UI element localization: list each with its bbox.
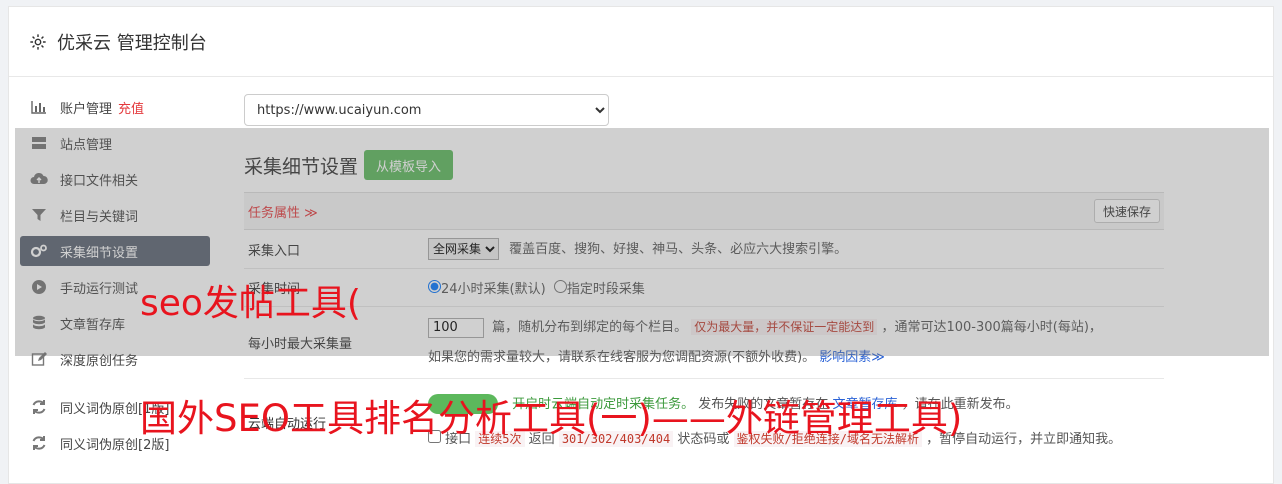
filter-icon [30,208,48,222]
edit-icon [30,352,48,366]
max-text-3: 如果您的需求量较大，请联系在线客服为您调配资源(不额外收费)。 [428,350,816,365]
row-label: 采集入口 [248,243,301,259]
sidebar-item-deep-original[interactable]: 深度原创任务 [20,344,210,374]
section-title: 采集细节设置 [244,155,359,178]
max-text-2: ，通常可达100-300篇每小时(每站)， [881,320,1102,335]
max-note-code: 仅为最大量，并不保证一定能达到 [691,319,878,335]
factors-link[interactable]: 影响因素≫ [819,350,885,365]
sidebar-item-label: 手动运行测试 [60,281,139,297]
sidebar-item-account[interactable]: 账户管理 充值 [20,92,210,122]
refresh-icon [30,400,48,414]
max-line-1: 篇，随机分布到绑定的每个栏目。 仅为最大量，并不保证一定能达到 ，通常可达100… [428,312,1164,343]
cloud-upload-icon [30,172,48,186]
max-text-1: 篇，随机分布到绑定的每个栏目。 [492,320,688,335]
watermark-line-2: 国外SEO工具排名分析工具(一)——外链管理工具) [140,397,963,440]
server-icon [30,136,48,150]
max-line-2: 如果您的需求量较大，请联系在线客服为您调配资源(不额外收费)。 影响因素≫ [428,343,1164,373]
sidebar-item-label: 深度原创任务 [60,353,139,369]
play-circle-icon [30,280,48,294]
section-header: 采集细节设置 从模板导入 [244,150,1164,180]
row-collection-entry: 采集入口 全网采集 覆盖百度、搜狗、好搜、神马、头条、必应六大搜索引擎。 [244,230,1164,269]
radio-24h-label: 24小时采集(默认) [441,282,546,297]
row-control: 24小时采集(默认) 指定时段采集 [428,278,1164,297]
radio-24h[interactable]: 24小时采集(默认) [428,280,546,297]
database-icon [30,315,48,330]
radio-timed-label: 指定时段采集 [566,282,645,297]
gear-icon [30,33,46,50]
sidebar-item-label: 账户管理 [60,101,113,117]
page-header: 优采云 管理控制台 [9,7,1273,77]
sidebar-item-label: 文章暂存库 [60,317,126,333]
collection-entry-select[interactable]: 全网采集 [428,238,499,260]
radio-24h-input[interactable] [428,280,441,293]
refresh-icon [30,436,48,450]
task-attributes-toggle[interactable]: 任务属性 ≫ [248,202,318,221]
collection-entry-desc: 覆盖百度、搜狗、好搜、神马、头条、必应六大搜索引擎。 [509,242,848,257]
watermark-line-1: seo发帖工具( [140,283,361,324]
row-max-per-hour: 每小时最大采集量 篇，随机分布到绑定的每个栏目。 仅为最大量，并不保证一定能达到… [244,307,1164,379]
radio-timed-input[interactable] [553,280,567,293]
sidebar-item-columns-keywords[interactable]: 栏目与关键词 [20,200,210,230]
task-attributes-bar: 任务属性 ≫ 快速保存 [244,192,1164,230]
sidebar-item-sites[interactable]: 站点管理 [20,128,210,158]
bar-chart-icon [30,100,48,114]
recharge-link[interactable]: 充值 [118,98,144,117]
row-collection-time: 采集时间 24小时采集(默认) 指定时段采集 [244,269,1164,307]
sidebar-item-label: 采集细节设置 [60,245,139,261]
quick-save-button[interactable]: 快速保存 [1093,199,1160,223]
sidebar-item-collection-settings[interactable]: 采集细节设置 [20,236,210,266]
row-label: 每小时最大采集量 [248,337,353,352]
sidebar-item-label: 接口文件相关 [60,173,139,189]
row-control: 全网采集 覆盖百度、搜狗、好搜、神马、头条、必应六大搜索引擎。 [428,238,1164,260]
cogs-icon [30,244,48,258]
sidebar-item-api-files[interactable]: 接口文件相关 [20,164,210,194]
radio-timed[interactable]: 指定时段采集 [553,280,645,297]
sidebar-item-label: 栏目与关键词 [60,209,139,225]
import-template-button[interactable]: 从模板导入 [364,150,454,180]
row-control: 篇，随机分布到绑定的每个栏目。 仅为最大量，并不保证一定能达到 ，通常可达100… [428,312,1164,373]
sidebar-item-label: 站点管理 [60,137,113,153]
page-title: 优采云 管理控制台 [57,32,207,54]
site-select[interactable]: https://www.ucaiyun.com [244,94,609,126]
max-per-hour-input[interactable] [428,317,484,338]
